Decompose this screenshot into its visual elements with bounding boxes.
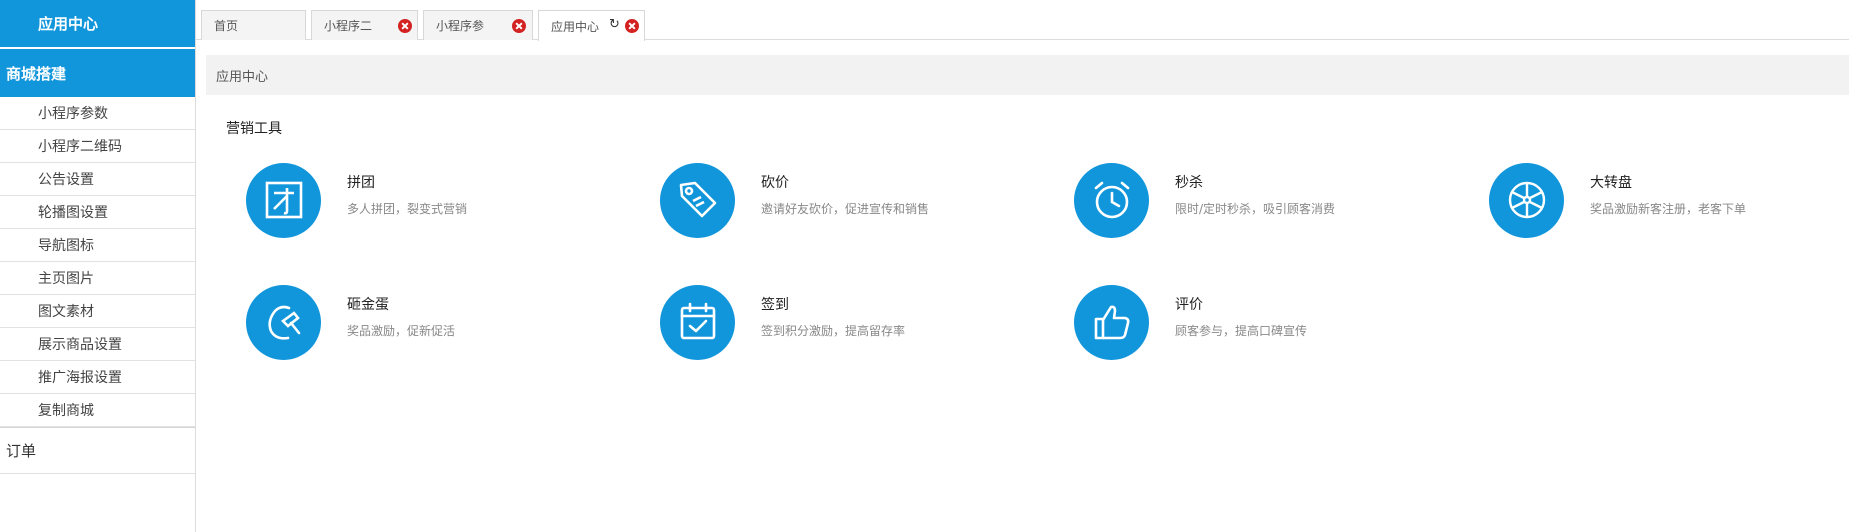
tab-label: 应用中心 — [551, 19, 600, 34]
tab-miniprogram-params[interactable]: 小程序参 — [423, 10, 533, 40]
sidebar-section-mall-setup[interactable]: 商城搭建 — [0, 49, 195, 97]
tool-desc: 邀请好友砍价，促进宣传和销售 — [761, 201, 930, 216]
sidebar-item-display-products[interactable]: 展示商品设置 — [0, 328, 195, 361]
tool-name: 砍价 — [761, 174, 789, 191]
tool-desc: 顾客参与，提高口碑宣传 — [1175, 323, 1308, 338]
tab-home[interactable]: 首页 — [201, 10, 306, 40]
close-icon[interactable] — [512, 19, 526, 33]
tool-name: 签到 — [761, 296, 789, 313]
tool-review[interactable]: 评价 顾客参与，提高口碑宣传 — [1074, 282, 1454, 362]
wheel-icon — [1489, 162, 1564, 238]
tab-label: 小程序参 — [436, 19, 485, 33]
tab-label: 首页 — [214, 19, 239, 33]
tool-name: 拼团 — [347, 174, 375, 191]
tool-name: 评价 — [1175, 296, 1203, 313]
alarm-clock-icon — [1074, 162, 1149, 238]
sidebar-section-orders[interactable]: 订单 — [0, 427, 195, 474]
section-title-marketing-tools: 营销工具 — [226, 121, 282, 137]
tab-label: 小程序二 — [324, 19, 373, 33]
tool-bargain[interactable]: 砍价 邀请好友砍价，促进宣传和销售 — [660, 160, 1040, 240]
tool-desc: 多人拼团，裂变式营销 — [347, 201, 468, 216]
tool-lucky-wheel[interactable]: 大转盘 奖品激励新客注册，老客下单 — [1489, 160, 1849, 240]
thumbs-up-icon — [1074, 284, 1149, 360]
hammer-egg-icon — [246, 284, 321, 360]
tab-miniprogram-2[interactable]: 小程序二 — [311, 10, 418, 40]
sidebar-item-media-materials[interactable]: 图文素材 — [0, 295, 195, 328]
app-window: 应用中心 商城搭建 小程序参数 小程序二维码 公告设置 轮播图设置 导航图标 主… — [0, 0, 1849, 532]
tool-group-buy[interactable]: 拼团 多人拼团，裂变式营销 — [246, 160, 626, 240]
sidebar-item-copy-mall[interactable]: 复制商城 — [0, 394, 195, 427]
sidebar-item-miniprogram-params[interactable]: 小程序参数 — [0, 97, 195, 130]
sidebar-item-carousel-settings[interactable]: 轮播图设置 — [0, 196, 195, 229]
price-tag-icon — [660, 162, 735, 238]
sidebar: 应用中心 商城搭建 小程序参数 小程序二维码 公告设置 轮播图设置 导航图标 主… — [0, 0, 196, 532]
calendar-check-icon — [660, 284, 735, 360]
tab-app-center[interactable]: 应用中心 ↻ — [538, 10, 645, 41]
breadcrumb-label: 应用中心 — [216, 69, 269, 85]
sidebar-item-nav-icons[interactable]: 导航图标 — [0, 229, 195, 262]
group-buy-icon — [246, 162, 321, 238]
tool-desc: 签到积分激励，提高留存率 — [761, 323, 906, 338]
tool-name: 砸金蛋 — [347, 296, 389, 313]
tool-desc: 奖品激励，促新促活 — [347, 323, 456, 338]
tool-name: 秒杀 — [1175, 174, 1203, 191]
tool-golden-egg[interactable]: 砸金蛋 奖品激励，促新促活 — [246, 282, 626, 362]
sidebar-app-center[interactable]: 应用中心 — [0, 0, 195, 49]
tab-bar: 首页 小程序二 小程序参 应用中心 ↻ — [196, 0, 1849, 41]
tool-desc: 奖品激励新客注册，老客下单 — [1590, 201, 1747, 216]
tool-desc: 限时/定时秒杀，吸引顾客消费 — [1175, 201, 1336, 216]
close-icon[interactable] — [398, 19, 412, 33]
sidebar-item-promo-poster[interactable]: 推广海报设置 — [0, 361, 195, 394]
close-icon[interactable] — [625, 19, 639, 33]
tool-check-in[interactable]: 签到 签到积分激励，提高留存率 — [660, 282, 1040, 362]
sidebar-item-notice-settings[interactable]: 公告设置 — [0, 163, 195, 196]
sidebar-item-home-images[interactable]: 主页图片 — [0, 262, 195, 295]
tool-name: 大转盘 — [1590, 174, 1632, 191]
breadcrumb: 应用中心 — [206, 55, 1849, 95]
refresh-icon[interactable]: ↻ — [609, 17, 620, 32]
tool-flash-sale[interactable]: 秒杀 限时/定时秒杀，吸引顾客消费 — [1074, 160, 1454, 240]
sidebar-item-miniprogram-qrcode[interactable]: 小程序二维码 — [0, 130, 195, 163]
